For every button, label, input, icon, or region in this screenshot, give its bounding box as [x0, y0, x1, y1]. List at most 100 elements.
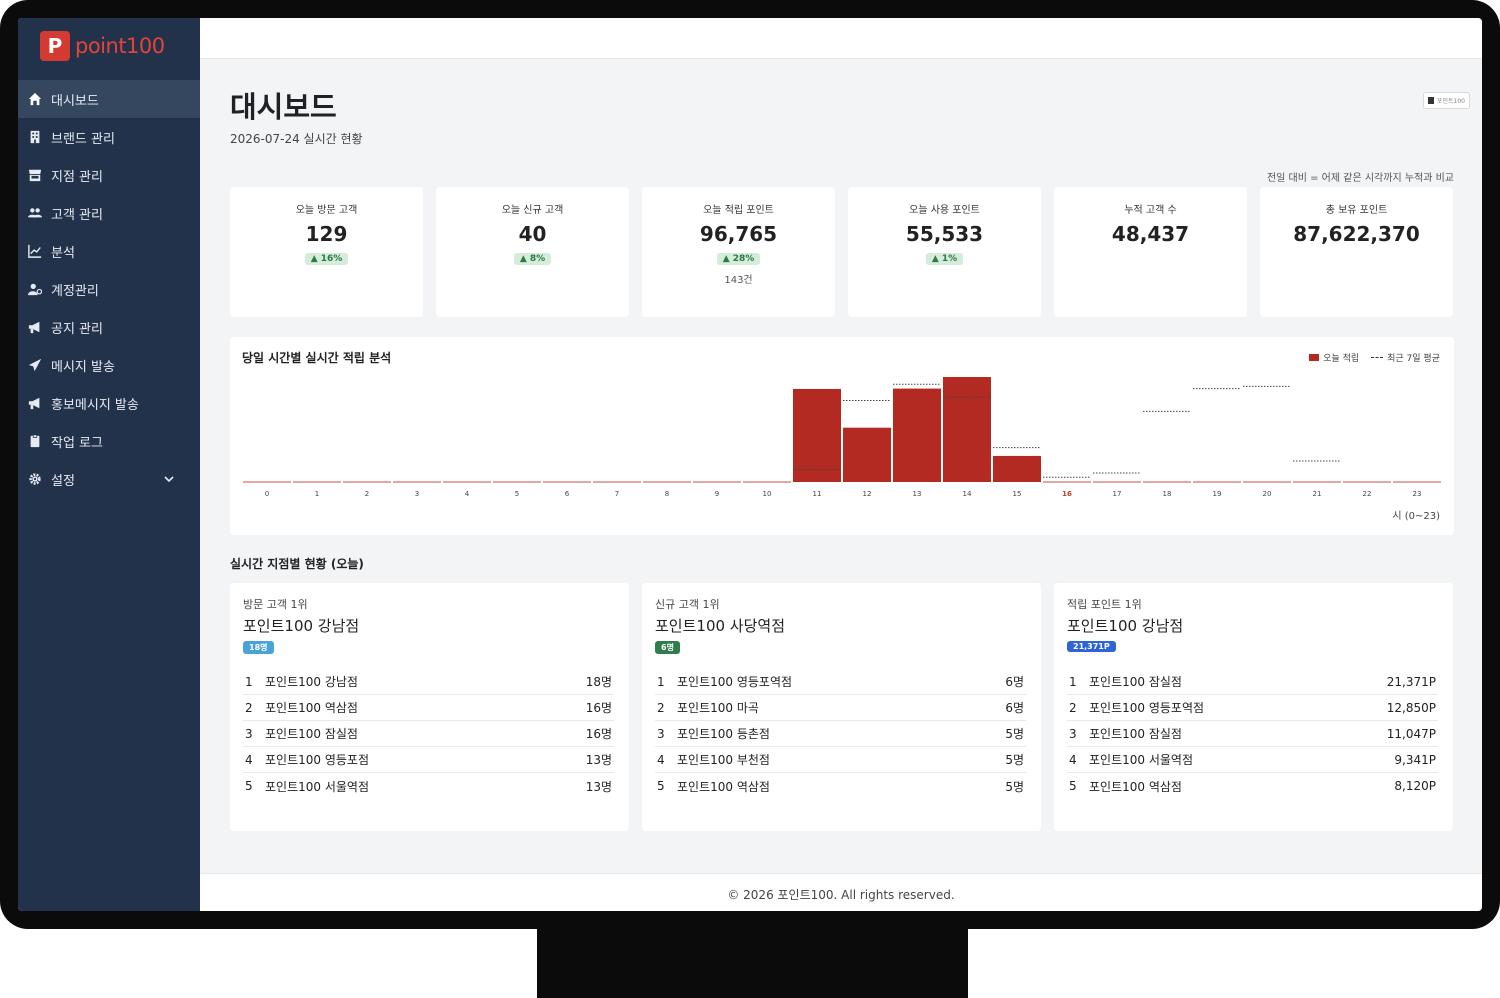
- ranking-card-new-customers: 신규 고객 1위 포인트100 사당역점 6명 1 포인트100 영등포역점 6명 …: [642, 583, 1041, 831]
- bar-today-10: [743, 481, 791, 483]
- sidebar-item-notices[interactable]: 공지 관리: [18, 308, 200, 346]
- x-tick-label-13: 13: [913, 490, 922, 498]
- hourly-earn-chart: 0 1 2 3 4 5 6 7 8 9 10 11 12 13 14 15 16 17 18 19 20 21 22 23: [243, 377, 1441, 498]
- bar-today-4: [443, 481, 491, 483]
- branch-name: 포인트100 서울역점: [1089, 753, 1193, 767]
- branch-name: 포인트100 부천점: [677, 753, 770, 767]
- monitor-stand: [537, 929, 968, 998]
- rank-number: 4: [657, 752, 665, 767]
- x-tick-label-18: 18: [1163, 490, 1172, 498]
- table-row: 2 포인트100 역삼점 16명: [243, 695, 614, 721]
- sidebar-item-dashboard[interactable]: 대시보드: [18, 80, 200, 118]
- stat-card-total-points: 총 보유 포인트 87,622,370: [1260, 187, 1453, 317]
- stat-label: 오늘 신규 고객: [501, 205, 564, 216]
- rank-number: 3: [657, 726, 665, 741]
- branch-name: 포인트100 영등포역점: [677, 675, 793, 689]
- branch-name: 포인트100 등촌점: [677, 727, 770, 741]
- brand-logo[interactable]: P point100: [40, 30, 165, 62]
- stat-delta-badge: ▲ 8%: [513, 253, 552, 265]
- table-row: 4 포인트100 부천점 5명: [655, 747, 1026, 773]
- x-tick-label-12: 12: [863, 490, 872, 498]
- bar-today-13: [893, 388, 941, 482]
- rank-number: 1: [1069, 674, 1077, 689]
- x-tick-label-14: 14: [963, 490, 972, 498]
- chart-line-icon: [28, 244, 42, 258]
- branch-name: 포인트100 서울역점: [265, 779, 369, 794]
- ranking-subtitle: 적립 포인트 1위: [1067, 598, 1142, 611]
- stat-label: 오늘 적립 포인트: [703, 205, 774, 216]
- bar-today-18: [1143, 481, 1191, 483]
- sidebar-item-promo-messages[interactable]: 홍보메시지 발송: [18, 384, 200, 422]
- stat-card-total-customers: 누적 고객 수 48,437: [1054, 187, 1247, 317]
- x-tick-label-19: 19: [1213, 490, 1222, 498]
- x-axis-title: 시 (0~23): [1392, 511, 1440, 522]
- bar-today-22: [1343, 481, 1391, 483]
- compare-note: 전일 대비 = 어제 같은 시각까지 누적과 비교: [1266, 173, 1454, 184]
- sidebar-item-messages[interactable]: 메시지 발송: [18, 346, 200, 384]
- page-title: 대시보드: [230, 90, 337, 124]
- rank-value: 13명: [585, 753, 612, 767]
- bar-today-20: [1243, 481, 1291, 483]
- table-row: 2 포인트100 마곡 6명: [655, 695, 1026, 721]
- stat-label: 오늘 사용 포인트: [909, 205, 980, 216]
- sidebar-item-customers[interactable]: 고객 관리: [18, 194, 200, 232]
- x-tick-label-5: 5: [515, 490, 519, 498]
- table-row: 2 포인트100 영등포역점 12,850P: [1067, 695, 1438, 721]
- x-tick-label-20: 20: [1263, 490, 1272, 498]
- rank-number: 1: [245, 674, 253, 689]
- rank-number: 3: [1069, 726, 1077, 741]
- table-row: 3 포인트100 잠실점 16명: [243, 721, 614, 747]
- branch-name: 포인트100 잠실점: [1089, 675, 1182, 689]
- table-row: 1 포인트100 잠실점 21,371P: [1067, 669, 1438, 695]
- rank-number: 3: [245, 726, 253, 741]
- megaphone-icon: [28, 397, 40, 410]
- brand-badge[interactable]: 포인트100: [1422, 92, 1470, 109]
- x-tick-label-16: 16: [1062, 490, 1072, 498]
- rank-number: 5: [1069, 779, 1077, 793]
- branch-name: 포인트100 강남점: [265, 675, 358, 689]
- store-icon: [28, 169, 42, 182]
- sidebar-item-label: 메시지 발송: [51, 359, 115, 375]
- stat-card-today-visitors: 오늘 방문 고객 129 ▲ 16%: [230, 187, 423, 317]
- x-tick-label-8: 8: [665, 490, 669, 498]
- stat-label: 총 보유 포인트: [1325, 205, 1388, 216]
- table-row: 3 포인트100 잠실점 11,047P: [1067, 721, 1438, 747]
- rank-value: 5명: [1005, 779, 1024, 794]
- chevron-down-icon[interactable]: [164, 474, 174, 484]
- x-tick-label-3: 3: [415, 490, 419, 498]
- x-tick-label-11: 11: [813, 490, 822, 498]
- sidebar-item-label: 대시보드: [51, 93, 99, 109]
- stat-card-today-used-points: 오늘 사용 포인트 55,533 ▲ 1%: [848, 187, 1041, 317]
- x-tick-label-21: 21: [1313, 490, 1322, 498]
- table-row: 5 포인트100 역삼점 8,120P: [1067, 773, 1438, 799]
- x-tick-label-22: 22: [1363, 490, 1372, 498]
- sidebar-item-accounts[interactable]: 계정관리: [18, 270, 200, 308]
- sidebar-item-brand[interactable]: 브랜드 관리: [18, 118, 200, 156]
- sidebar-item-branch[interactable]: 지점 관리: [18, 156, 200, 194]
- stat-value: 55,533: [905, 222, 984, 246]
- sidebar-item-settings[interactable]: 설정: [18, 460, 200, 498]
- rank-value: 5명: [1005, 727, 1024, 741]
- sidebar-nav: 대시보드 브랜드 관리 지점 관리 고객 관리 분석 계정관리 공지 관리 메시…: [18, 80, 200, 498]
- logo-text: point100: [75, 34, 165, 58]
- stat-value: 129: [305, 222, 348, 246]
- sidebar: P point100 대시보드 브랜드 관리 지점 관리 고객 관리 분석 계정…: [18, 18, 200, 911]
- bar-today-5: [493, 481, 541, 483]
- gear-icon: [29, 473, 41, 485]
- table-row: 3 포인트100 등촌점 5명: [655, 721, 1026, 747]
- branch-name: 포인트100 역삼점: [677, 779, 770, 794]
- rank-number: 4: [245, 752, 253, 767]
- ranking-top-name: 포인트100 강남점: [243, 617, 360, 635]
- ranking-subtitle: 신규 고객 1위: [655, 598, 720, 611]
- bullhorn-icon: [28, 321, 40, 334]
- sidebar-item-work-log[interactable]: 작업 로그: [18, 422, 200, 460]
- main-content: 대시보드 2026-07-24 실시간 현황 포인트100 전일 대비 = 어제…: [200, 58, 1482, 911]
- stat-value: 40: [518, 222, 547, 246]
- rank-number: 2: [245, 700, 253, 715]
- x-tick-label-7: 7: [615, 490, 619, 498]
- bar-today-16: [1043, 481, 1091, 483]
- building-icon: [30, 130, 40, 144]
- x-tick-label-1: 1: [315, 490, 319, 498]
- sidebar-item-analytics[interactable]: 분석: [18, 232, 200, 270]
- chart-legend[interactable]: 오늘 적립 최근 7일 평균: [1309, 351, 1440, 364]
